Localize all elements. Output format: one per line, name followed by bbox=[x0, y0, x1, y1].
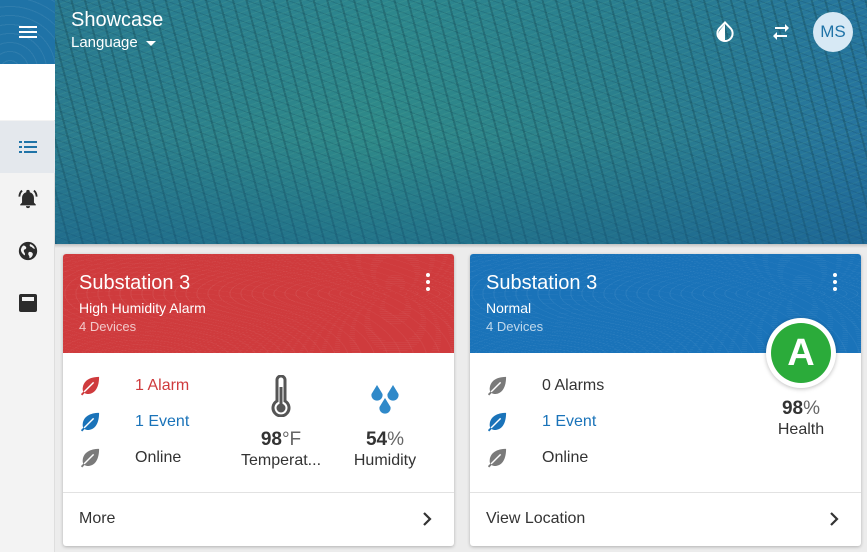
online-status: Online bbox=[135, 449, 182, 466]
card-title: Substation 3 bbox=[486, 272, 598, 294]
swap-arrows-icon bbox=[773, 24, 789, 40]
leaf-icon bbox=[486, 375, 508, 397]
alarm-count[interactable]: 1 Alarm bbox=[135, 377, 189, 395]
rail-item-devices[interactable] bbox=[0, 277, 55, 329]
temperature-metric: 98°F Temperat... bbox=[231, 375, 331, 470]
leaf-icon bbox=[79, 375, 101, 397]
health-grade-badge: A bbox=[766, 318, 836, 388]
list-icon bbox=[18, 141, 37, 153]
humidity-value: 54% bbox=[365, 429, 405, 450]
humidity-metric: 54% Humidity bbox=[335, 375, 435, 470]
stat-alarms: 1 Alarm bbox=[79, 375, 189, 397]
header-shadow bbox=[55, 244, 867, 248]
rail-spacer bbox=[0, 64, 55, 120]
health-metric: 98% Health bbox=[750, 398, 852, 439]
menu-button[interactable] bbox=[18, 24, 38, 40]
chevron-right-icon bbox=[830, 512, 839, 526]
leaf-icon bbox=[486, 411, 508, 433]
chevron-right-icon bbox=[423, 512, 432, 526]
footer-label: View Location bbox=[486, 510, 586, 527]
caret-down-icon bbox=[145, 41, 156, 46]
card-device-count: 4 Devices bbox=[79, 319, 137, 334]
language-selector[interactable]: Language bbox=[71, 34, 156, 51]
online-status: Online bbox=[542, 449, 589, 466]
globe-icon bbox=[18, 241, 37, 261]
stat-alarms: 0 Alarms bbox=[486, 375, 604, 397]
alarm-count[interactable]: 0 Alarms bbox=[542, 377, 604, 395]
more-vertical-icon[interactable] bbox=[424, 273, 432, 291]
side-rail bbox=[0, 0, 55, 552]
card-status: Normal bbox=[486, 300, 532, 316]
hamburger-menu-icon bbox=[18, 26, 37, 38]
language-label: Language bbox=[71, 34, 138, 51]
user-avatar[interactable]: MS bbox=[813, 12, 853, 52]
view-location-button[interactable]: View Location bbox=[470, 493, 861, 545]
leaf-icon bbox=[79, 411, 101, 433]
rail-item-map[interactable] bbox=[0, 225, 55, 277]
swap-button[interactable] bbox=[769, 20, 793, 44]
health-label: Health bbox=[777, 421, 825, 438]
health-value: 98% bbox=[781, 398, 821, 419]
rail-item-alarms[interactable] bbox=[0, 173, 55, 225]
water-drops-icon bbox=[371, 385, 399, 414]
leaf-icon bbox=[486, 447, 508, 469]
card-body: 1 Alarm 1 Event Online 98°F Temperat... bbox=[63, 353, 454, 493]
app-title: Showcase bbox=[71, 9, 164, 31]
contrast-drop-icon bbox=[716, 21, 734, 43]
temperature-value: 98°F bbox=[260, 429, 302, 450]
alarm-bell-icon bbox=[17, 189, 38, 209]
stat-online: Online bbox=[79, 447, 181, 469]
event-count[interactable]: 1 Event bbox=[542, 413, 596, 431]
card-status: High Humidity Alarm bbox=[79, 300, 206, 316]
card-header: Substation 3 High Humidity Alarm 4 Devic… bbox=[63, 254, 454, 353]
substation-card-alarm: Substation 3 High Humidity Alarm 4 Devic… bbox=[63, 254, 454, 546]
thermometer-icon bbox=[271, 375, 291, 417]
menu-button-area bbox=[0, 0, 55, 64]
footer-label: More bbox=[79, 510, 116, 527]
event-count[interactable]: 1 Event bbox=[135, 413, 189, 431]
stat-events: 1 Event bbox=[486, 411, 596, 433]
device-icon bbox=[18, 294, 37, 312]
more-vertical-icon[interactable] bbox=[831, 273, 839, 291]
humidity-label: Humidity bbox=[353, 452, 417, 469]
stat-online: Online bbox=[486, 447, 588, 469]
substation-card-normal: Substation 3 Normal 4 Devices A 0 Alarms… bbox=[470, 254, 861, 546]
grade-letter: A bbox=[771, 323, 831, 383]
header-banner bbox=[55, 0, 867, 244]
stat-events: 1 Event bbox=[79, 411, 189, 433]
more-button[interactable]: More bbox=[63, 493, 454, 545]
rail-item-list[interactable] bbox=[0, 121, 55, 173]
card-title: Substation 3 bbox=[79, 272, 191, 294]
theme-toggle-button[interactable] bbox=[713, 20, 737, 44]
temperature-label: Temperat... bbox=[240, 452, 322, 469]
leaf-icon bbox=[79, 447, 101, 469]
